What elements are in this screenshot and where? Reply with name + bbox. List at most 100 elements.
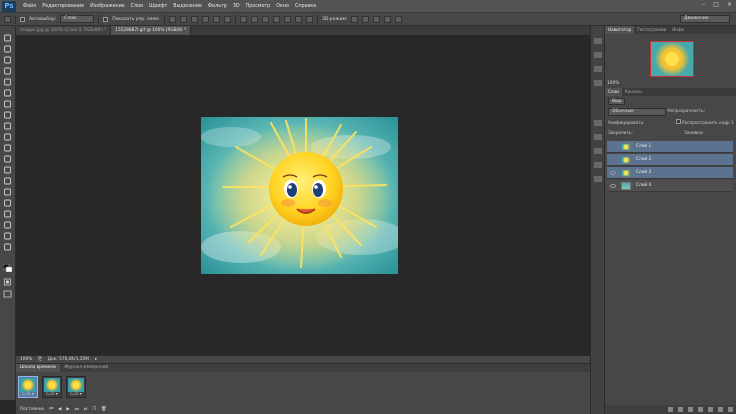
play-icon[interactable]: ▶ [66,407,69,412]
tab-histogram[interactable]: Гистограмма [634,26,669,34]
visibility-eye-icon[interactable] [610,170,616,175]
prev-frame-icon[interactable]: ◀ [58,407,61,412]
screen-mode-icon[interactable] [3,290,12,298]
tab-images-jpg[interactable]: images.jpg @ 100% (Слой 0, RGB/8#) * [16,26,112,35]
menu-edit[interactable]: Редактирование [39,4,87,9]
zoom-tool-icon[interactable] [3,243,12,251]
tween-icon[interactable]: ⇄ [84,407,88,412]
status-export-icon[interactable]: ⎘ [38,357,41,362]
workspace-dropdown[interactable]: Движение [680,15,730,23]
distribute-hcenter-icon[interactable] [283,15,291,23]
animation-frame-1[interactable]: 0,15 ▾ [18,376,38,398]
tab-navigator[interactable]: Навигатор [605,26,635,34]
quick-select-tool-icon[interactable] [3,67,12,75]
layer-name[interactable]: Слой 2 [636,157,651,162]
eraser-tool-icon[interactable] [3,144,12,152]
status-menu-arrow-icon[interactable]: ▸ [95,357,97,362]
menu-help[interactable]: Справка [292,4,319,9]
3d-roll-icon[interactable] [362,15,370,23]
layer-name[interactable]: Слой 3 [636,170,651,175]
quick-mask-icon[interactable] [3,278,12,286]
align-right-icon[interactable] [223,15,231,23]
blur-tool-icon[interactable] [3,166,12,174]
layer-row[interactable]: Слой 3 [607,167,733,179]
path-select-tool-icon[interactable] [3,210,12,218]
align-vcenter-icon[interactable] [179,15,187,23]
move-tool-preset-icon[interactable] [4,15,11,23]
styles-panel-icon[interactable] [594,148,602,154]
3d-slide-icon[interactable] [384,15,392,23]
lasso-tool-icon[interactable] [3,56,12,64]
distribute-bottom-icon[interactable] [261,15,269,23]
pen-tool-icon[interactable] [3,188,12,196]
minimize-icon[interactable]: – [702,1,705,8]
sun-artwork[interactable] [201,117,398,274]
animation-frame-2[interactable]: 0,15 ▾ [42,376,62,398]
color-panel-icon[interactable] [594,66,602,72]
navigator-zoom[interactable]: 100% [607,81,619,86]
menu-type[interactable]: Шрифт [146,4,170,9]
menu-layers[interactable]: Слои [128,4,146,9]
paragraph-panel-icon[interactable] [594,162,602,168]
tab-gif-document[interactable]: 15528887l.gif @ 100% (RGB/8) * [111,26,192,35]
layer-row[interactable]: Слой 2 [607,154,733,166]
character-panel-icon[interactable] [594,176,602,182]
first-frame-icon[interactable]: ⏮ [49,407,53,412]
layer-row[interactable]: Слой 4 [607,180,733,192]
menu-filter[interactable]: Фильтр [205,4,230,9]
gradient-tool-icon[interactable] [3,155,12,163]
zoom-level[interactable]: 100% [20,357,32,362]
loop-options-dropdown[interactable]: Постоянно [20,407,44,412]
new-group-icon[interactable] [708,407,713,412]
layer-name[interactable]: Слой 1 [636,144,651,149]
adjustments-panel-icon[interactable] [594,134,602,140]
marquee-tool-icon[interactable] [3,45,12,53]
frame-delay[interactable]: 0,15 ▾ [43,391,61,396]
swatches-panel-icon[interactable] [594,80,602,86]
dodge-tool-icon[interactable] [3,177,12,185]
auto-align-icon[interactable] [305,15,313,23]
menu-view[interactable]: Просмотр [243,4,274,9]
link-layers-icon[interactable] [668,407,673,412]
align-top-icon[interactable] [168,15,176,23]
properties-panel-icon[interactable] [594,120,602,126]
move-tool-icon[interactable] [3,34,12,42]
autoselect-dropdown[interactable]: Слой [60,15,95,23]
layer-kind-dropdown[interactable]: Вид [608,98,626,105]
delete-layer-icon[interactable] [728,407,733,412]
menu-3d[interactable]: 3D [230,4,243,9]
layer-name[interactable]: Слой 4 [636,183,651,188]
tab-measurement-log[interactable]: Журнал измерений [60,364,112,372]
align-hcenter-icon[interactable] [212,15,220,23]
visibility-eye-icon[interactable] [610,158,616,162]
crop-tool-icon[interactable] [3,78,12,86]
type-tool-icon[interactable] [3,199,12,207]
3d-rotate-icon[interactable] [351,15,359,23]
navigator-preview[interactable] [650,41,694,77]
visibility-eye-icon[interactable] [610,183,616,188]
tab-layers[interactable]: Слои [605,88,622,96]
show-transform-checkbox[interactable] [103,16,109,22]
clone-stamp-tool-icon[interactable] [3,122,12,130]
foreground-color-swatch[interactable] [2,263,13,273]
3d-scale-icon[interactable] [395,15,403,23]
close-icon[interactable]: × [727,1,732,8]
maximize-icon[interactable]: □ [713,1,719,8]
layer-style-icon[interactable] [678,407,683,412]
history-brush-tool-icon[interactable] [3,133,12,141]
shape-tool-icon[interactable] [3,221,12,229]
propagate-checkbox[interactable] [675,119,681,124]
align-bottom-icon[interactable] [190,15,198,23]
frame-delay[interactable]: 0,15 ▾ [67,391,85,396]
tab-info[interactable]: Инфо [669,26,687,34]
adjustment-layer-icon[interactable] [698,407,703,412]
healing-brush-tool-icon[interactable] [3,100,12,108]
duplicate-frame-icon[interactable]: ❐ [92,407,96,412]
distribute-left-icon[interactable] [272,15,280,23]
menu-image[interactable]: Изображение [87,4,128,9]
history-panel-icon[interactable] [594,38,602,44]
add-mask-icon[interactable] [688,407,693,412]
align-left-icon[interactable] [201,15,209,23]
menu-window[interactable]: Окно [273,4,292,9]
next-frame-icon[interactable]: ⏭ [75,407,79,412]
